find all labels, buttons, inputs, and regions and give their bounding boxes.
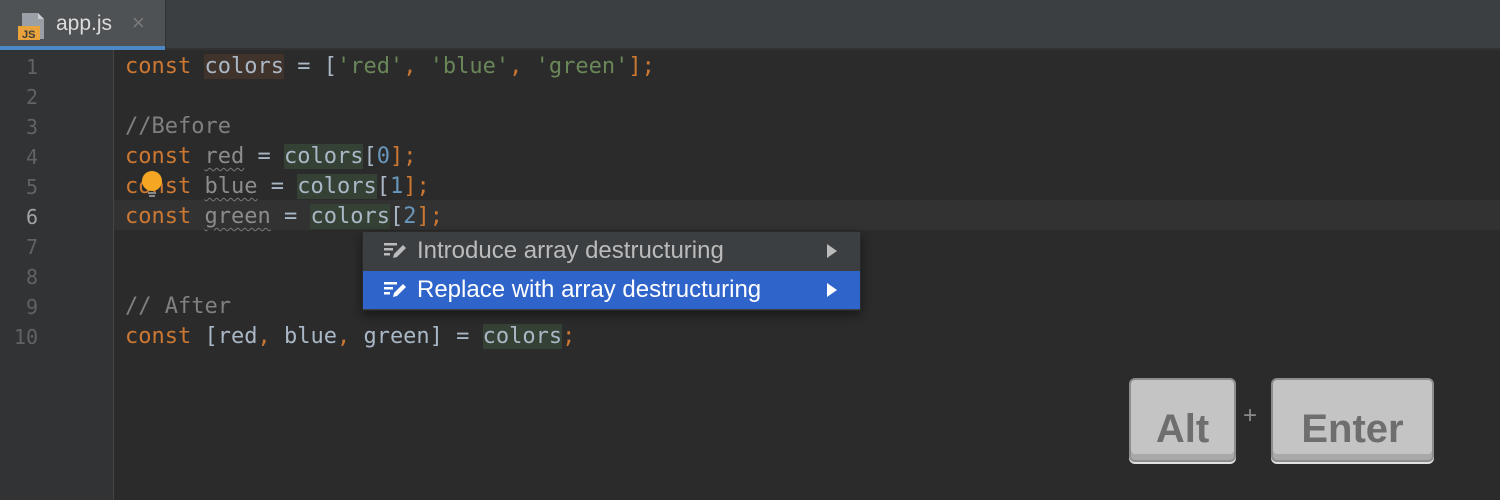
variable-usage: colors (283, 144, 364, 169)
line-number: 3 (25, 115, 38, 139)
menu-item-label: Introduce array destructuring (417, 237, 724, 264)
tab-app-js[interactable]: JS app.js × (0, 0, 166, 50)
key-alt: Alt (1129, 378, 1236, 462)
keyword: const (125, 144, 192, 169)
line-number: 8 (25, 265, 38, 289)
keyword: const (125, 324, 192, 349)
number-literal: 0 (376, 144, 390, 169)
tab-label: app.js (56, 12, 113, 35)
menu-item-introduce-array-destructuring[interactable]: Introduce array destructuring (363, 232, 860, 270)
line-number: 2 (25, 85, 38, 109)
edit-intention-icon (384, 282, 406, 297)
keyword: const (125, 54, 192, 79)
submenu-arrow-icon (827, 283, 837, 297)
code-token: ]; (416, 204, 443, 229)
code-token: [ (376, 174, 390, 199)
plus-sign: + (1243, 402, 1258, 429)
number-literal: 2 (403, 204, 417, 229)
key-label: Alt (1155, 407, 1210, 451)
close-tab-icon[interactable]: × (132, 10, 145, 36)
variable-usage: colors (297, 174, 377, 199)
menu-item-label: Replace with array destructuring (417, 276, 762, 303)
code-token: [ (389, 204, 404, 229)
code-token: = (257, 174, 298, 199)
code-token: ]; (403, 174, 430, 199)
code-line-4[interactable]: const red = colors[0]; (125, 142, 416, 172)
string-literal: 'green' (535, 54, 629, 79)
variable-usage: colors (310, 204, 390, 229)
code-line-9[interactable]: // After (125, 292, 231, 322)
string-literal: 'blue' (429, 54, 510, 79)
unused-variable: red (204, 144, 245, 169)
key-enter: Enter (1271, 378, 1434, 462)
code-token: [ (363, 144, 377, 169)
menu-item-replace-with-array-destructuring[interactable]: Replace with array destructuring (363, 271, 860, 309)
line-number: 1 (25, 55, 38, 79)
line-number: 7 (25, 235, 38, 259)
code-token: , (509, 54, 536, 79)
unused-variable: blue (204, 174, 258, 199)
js-file-icon: JS (18, 13, 44, 41)
line-number-gutter[interactable]: 1 2 3 4 5 6 7 8 9 10 (0, 50, 114, 500)
edit-intention-icon (384, 243, 406, 258)
code-token: [red (191, 324, 258, 349)
variable-declaration: colors (204, 54, 284, 79)
code-token: green] = (350, 324, 483, 349)
code-token: blue (270, 324, 337, 349)
key-label: Enter (1301, 407, 1404, 451)
code-line-10[interactable]: const [red, blue, green] = colors; (125, 322, 575, 352)
number-literal: 1 (389, 174, 404, 199)
code-token: ; (562, 324, 576, 349)
line-number-current: 6 (25, 205, 38, 229)
code-token: ]; (628, 54, 655, 79)
code-line-5[interactable]: const blue = colors[1]; (125, 172, 430, 202)
submenu-arrow-icon (827, 244, 837, 258)
code-line-1[interactable]: const colors = ['red', 'blue', 'green']; (125, 52, 655, 82)
code-token: , (403, 54, 430, 79)
intention-actions-popup: Introduce array destructuring Replace wi… (362, 231, 861, 311)
code-token: = (270, 204, 311, 229)
editor-tab-bar: JS app.js × (0, 0, 1500, 50)
code-token: , (257, 324, 271, 349)
code-token: , (336, 324, 351, 349)
variable-usage: colors (482, 324, 563, 349)
code-line-6[interactable]: const green = colors[2]; (125, 202, 443, 232)
string-literal: 'red' (336, 54, 404, 79)
line-number: 9 (25, 295, 38, 319)
keyword: const (125, 204, 192, 229)
code-token: = [ (283, 54, 337, 79)
svg-text:JS: JS (22, 29, 35, 41)
lightbulb-icon[interactable] (141, 171, 163, 199)
code-token: ]; (389, 144, 417, 169)
line-number: 5 (25, 175, 38, 199)
line-number: 4 (25, 145, 38, 169)
code-line-3[interactable]: //Before (125, 112, 231, 142)
line-number: 10 (13, 325, 38, 349)
unused-variable: green (204, 204, 271, 229)
code-token: = (244, 144, 284, 169)
